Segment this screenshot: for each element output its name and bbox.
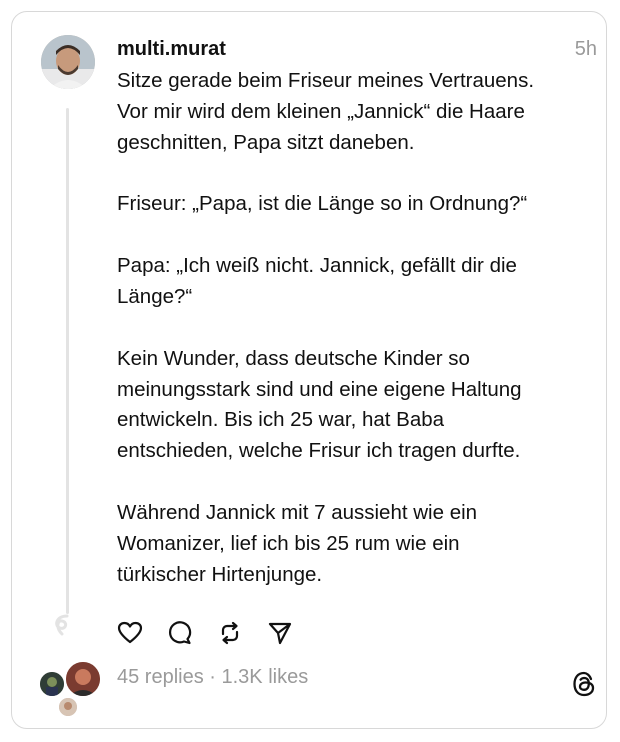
comment-icon [168,621,192,645]
repost-button[interactable] [217,619,267,647]
post-paragraph: Friseur: „Papa, ist die Länge so in Ordn… [117,192,528,216]
like-button[interactable] [117,619,167,647]
share-button[interactable] [267,619,317,647]
reply-button[interactable] [167,619,217,647]
post-paragraph: Sitze gerade beim Friseur meines Vertrau… [117,69,535,154]
thread-curl-icon [55,614,69,636]
heart-icon [117,621,143,644]
send-icon [268,622,292,645]
threads-logo-icon[interactable] [571,670,597,698]
reply-avatar [64,660,102,698]
thread-line [66,108,69,614]
post-stats[interactable]: 45 replies · 1.3K likes [117,666,308,689]
reply-avatar [57,696,79,718]
post-paragraph: Papa: „Ich weiß nicht. Jannick, gefällt … [117,254,517,308]
action-bar [117,619,317,647]
reply-avatar [38,670,66,698]
user-avatar[interactable] [41,35,95,89]
post-body: Sitze gerade beim Friseur meines Vertrau… [117,66,587,621]
post-paragraph: Kein Wunder, dass deutsche Kinder so mei… [117,346,522,463]
repost-icon [221,621,239,645]
post-paragraph: Während Jannick mit 7 aussieht wie ein W… [117,500,478,586]
post-time: 5h [574,38,597,60]
username[interactable]: multi.murat [117,38,226,61]
reply-avatars[interactable] [38,660,102,718]
